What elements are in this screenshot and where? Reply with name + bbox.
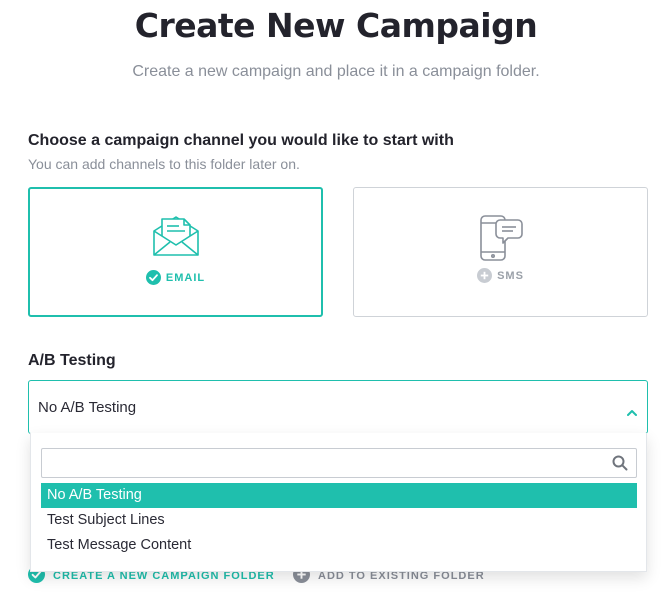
ab-testing-select-value: No A/B Testing — [38, 399, 137, 416]
ab-testing-dropdown: No A/B Testing Test Subject Lines Test M… — [30, 433, 647, 572]
dropdown-option-no-ab-testing[interactable]: No A/B Testing — [41, 483, 637, 508]
search-icon[interactable] — [612, 455, 628, 475]
channel-sms-label-row: SMS — [354, 268, 647, 283]
channel-heading: Choose a campaign channel you would like… — [28, 132, 454, 149]
phone-chat-icon — [478, 214, 524, 266]
plus-circle-icon — [477, 268, 493, 283]
ab-testing-select[interactable]: No A/B Testing — [28, 380, 648, 434]
chevron-up-icon[interactable] — [627, 402, 637, 421]
dropdown-option-test-subject-lines[interactable]: Test Subject Lines — [41, 508, 637, 533]
channel-help-text: You can add channels to this folder late… — [28, 156, 300, 172]
check-circle-icon — [145, 270, 161, 285]
dropdown-options: No A/B Testing Test Subject Lines Test M… — [41, 483, 637, 558]
ab-testing-label: A/B Testing — [28, 352, 116, 369]
channel-email-label-row: EMAIL — [30, 270, 321, 285]
envelope-icon — [152, 215, 200, 261]
dropdown-search-input[interactable] — [42, 449, 602, 477]
dropdown-search-box — [41, 448, 637, 478]
channel-card-sms[interactable]: SMS — [353, 187, 648, 317]
channel-email-label: EMAIL — [165, 271, 206, 284]
channel-sms-label: SMS — [497, 269, 524, 282]
page-subtitle: Create a new campaign and place it in a … — [132, 63, 540, 80]
page-title: Create New Campaign — [134, 6, 538, 45]
dropdown-option-test-message-content[interactable]: Test Message Content — [41, 533, 637, 558]
channel-card-email[interactable]: EMAIL — [28, 187, 323, 317]
